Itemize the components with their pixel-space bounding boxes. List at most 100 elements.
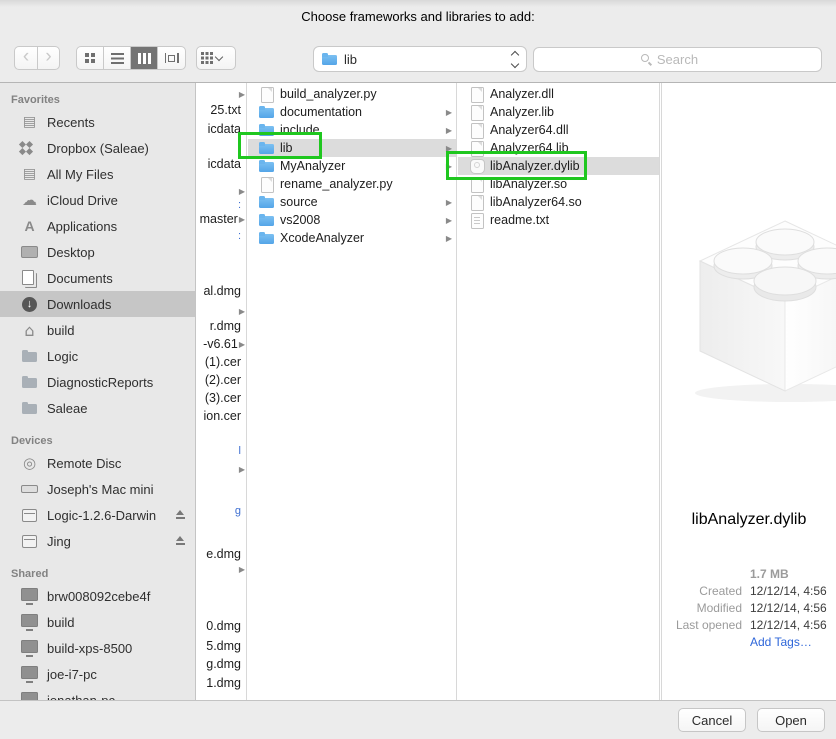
file-item-libanalyzer-so[interactable]: libAnalyzer.so — [458, 175, 659, 193]
file-item-truncated[interactable]: -v6.61▶ — [197, 335, 246, 353]
file-item-truncated[interactable]: 25.txt — [197, 101, 246, 119]
disc-icon — [21, 455, 38, 472]
open-button[interactable]: Open — [757, 708, 825, 732]
sidebar-item-saleae[interactable]: Saleae — [0, 395, 195, 421]
eject-icon[interactable] — [175, 510, 186, 520]
file-item-label: 25.txt — [210, 103, 241, 117]
file-item-label: al.dmg — [203, 284, 241, 298]
file-item-label: (3).cer — [205, 391, 241, 405]
search-input[interactable] — [533, 47, 822, 72]
sidebar-item-jing[interactable]: Jing — [0, 528, 195, 554]
file-item-truncated[interactable]: icdata — [197, 155, 246, 173]
view-columns-button[interactable] — [131, 47, 158, 69]
file-item-lib[interactable]: lib▶ — [248, 139, 456, 157]
sidebar-item-logic[interactable]: Logic — [0, 343, 195, 369]
sidebar-item-documents[interactable]: Documents — [0, 265, 195, 291]
arrange-menu-button[interactable] — [196, 46, 236, 70]
sidebar-item-all-my-files[interactable]: All My Files — [0, 161, 195, 187]
folder-icon-gray — [21, 348, 38, 365]
file-item-truncated[interactable]: 5.dmg — [197, 637, 246, 655]
file-item-truncated[interactable]: (1).cer — [197, 353, 246, 371]
file-item-xcodeanalyzer[interactable]: XcodeAnalyzer▶ — [248, 229, 456, 247]
column-downloads[interactable]: ▶25.txticdataicdata▶:master▶:al.dmg▶r.dm… — [197, 83, 247, 701]
file-item-analyzer-lib[interactable]: Analyzer.lib — [458, 103, 659, 121]
file-item-truncated[interactable]: r.dmg — [197, 317, 246, 335]
file-item-truncated[interactable]: l — [197, 442, 246, 460]
path-dropdown[interactable]: lib — [313, 46, 527, 72]
sidebar-item-jonathan-pc[interactable]: jonathan-pc — [0, 687, 195, 701]
eject-icon[interactable] — [175, 536, 186, 546]
view-mode-segmented-control — [76, 46, 186, 70]
sidebar-item-label: build-xps-8500 — [47, 641, 132, 656]
file-item-truncated[interactable]: ▶ — [197, 560, 246, 578]
view-coverflow-button[interactable] — [158, 47, 185, 69]
file-item-label: source — [280, 195, 318, 209]
file-item-myanalyzer[interactable]: MyAnalyzer▶ — [248, 157, 456, 175]
sidebar-item-icloud-drive[interactable]: iCloud Drive — [0, 187, 195, 213]
file-item-analyzer64-lib[interactable]: Analyzer64.lib — [458, 139, 659, 157]
sidebar-item-logic-1-2-6-darwin[interactable]: Logic-1.2.6-Darwin — [0, 502, 195, 528]
file-item-truncated[interactable]: g.dmg — [197, 655, 246, 673]
column-analyzer-sdk[interactable]: build_analyzer.pydocumentation▶include▶l… — [248, 83, 457, 701]
file-item-truncated[interactable]: : — [197, 227, 246, 245]
file-item-label: Analyzer64.dll — [490, 123, 569, 137]
doc-stack-icon — [21, 166, 38, 183]
view-list-button[interactable] — [104, 47, 131, 69]
file-item-vs2008[interactable]: vs2008▶ — [248, 211, 456, 229]
add-tags-link[interactable]: Add Tags… — [750, 635, 812, 649]
file-item-truncated[interactable]: 1.dmg — [197, 674, 246, 692]
sidebar-item-label: iCloud Drive — [47, 193, 118, 208]
sidebar: FavoritesRecentsDropbox (Saleae)All My F… — [0, 83, 196, 701]
sidebar-item-label: build — [47, 615, 74, 630]
file-item-include[interactable]: include▶ — [248, 121, 456, 139]
column-browser: ▶25.txticdataicdata▶:master▶:al.dmg▶r.dm… — [197, 83, 836, 701]
sidebar-item-recents[interactable]: Recents — [0, 109, 195, 135]
sidebar-item-downloads[interactable]: Downloads — [0, 291, 195, 317]
sidebar-item-label: Saleae — [47, 401, 87, 416]
file-item-truncated[interactable]: ▶ — [197, 460, 246, 478]
file-item-truncated[interactable]: 0.dmg — [197, 617, 246, 635]
sidebar-item-remote-disc[interactable]: Remote Disc — [0, 450, 195, 476]
file-item-truncated[interactable]: icdata — [197, 120, 246, 138]
file-item-truncated[interactable]: (3).cer — [197, 389, 246, 407]
file-item-label: l — [239, 445, 241, 457]
file-item-analyzer-dll[interactable]: Analyzer.dll — [458, 85, 659, 103]
sidebar-section-header: Shared — [0, 564, 195, 583]
file-item-libanalyzer-dylib[interactable]: libAnalyzer.dylib — [458, 157, 659, 175]
file-item-truncated[interactable]: ion.cer — [197, 407, 246, 425]
sidebar-item-build[interactable]: build — [0, 609, 195, 635]
stepper-icon — [512, 52, 518, 67]
file-item-source[interactable]: source▶ — [248, 193, 456, 211]
file-item-label: ion.cer — [203, 409, 241, 423]
view-icons-button[interactable] — [77, 47, 104, 69]
sidebar-item-joe-i7-pc[interactable]: joe-i7-pc — [0, 661, 195, 687]
sidebar-item-build-xps-8500[interactable]: build-xps-8500 — [0, 635, 195, 661]
file-item-documentation[interactable]: documentation▶ — [248, 103, 456, 121]
column-lib[interactable]: Analyzer.dllAnalyzer.lib Analyzer64.dll An… — [458, 83, 660, 701]
path-dropdown-value: lib — [344, 52, 357, 67]
sidebar-item-label: Recents — [47, 115, 95, 130]
file-item-truncated[interactable]: master▶ — [197, 210, 246, 228]
forward-button[interactable]: › — [37, 46, 60, 70]
file-item-label: Analyzer64.lib — [490, 141, 569, 155]
file-item-libanalyzer64-so[interactable]: libAnalyzer64.so — [458, 193, 659, 211]
file-item-truncated[interactable]: (2).cer — [197, 371, 246, 389]
file-item-label: -v6.61 — [203, 337, 238, 351]
sidebar-item-build[interactable]: build — [0, 317, 195, 343]
cancel-button[interactable]: Cancel — [678, 708, 746, 732]
sidebar-item-joseph-s-mac-mini[interactable]: Joseph's Mac mini — [0, 476, 195, 502]
sidebar-item-brw008092cebe4f[interactable]: brw008092cebe4f — [0, 583, 195, 609]
file-item-build-analyzer-py[interactable]: build_analyzer.py — [248, 85, 456, 103]
file-item-truncated[interactable]: al.dmg — [197, 282, 246, 300]
file-item-rename-analyzer-py[interactable]: rename_analyzer.py — [248, 175, 456, 193]
file-item-truncated[interactable]: g — [197, 502, 246, 520]
sidebar-item-diagnosticreports[interactable]: DiagnosticReports — [0, 369, 195, 395]
sidebar-item-desktop[interactable]: Desktop — [0, 239, 195, 265]
sidebar-item-dropbox-saleae[interactable]: Dropbox (Saleae) — [0, 135, 195, 161]
back-button[interactable]: ‹ — [14, 46, 37, 70]
file-item-analyzer64-dll[interactable]: Analyzer64.dll — [458, 121, 659, 139]
sidebar-item-applications[interactable]: Applications — [0, 213, 195, 239]
disclosure-arrow-icon: ▶ — [239, 465, 246, 474]
file-item-label: r.dmg — [210, 319, 241, 333]
file-item-readme-txt[interactable]: readme.txt — [458, 211, 659, 229]
